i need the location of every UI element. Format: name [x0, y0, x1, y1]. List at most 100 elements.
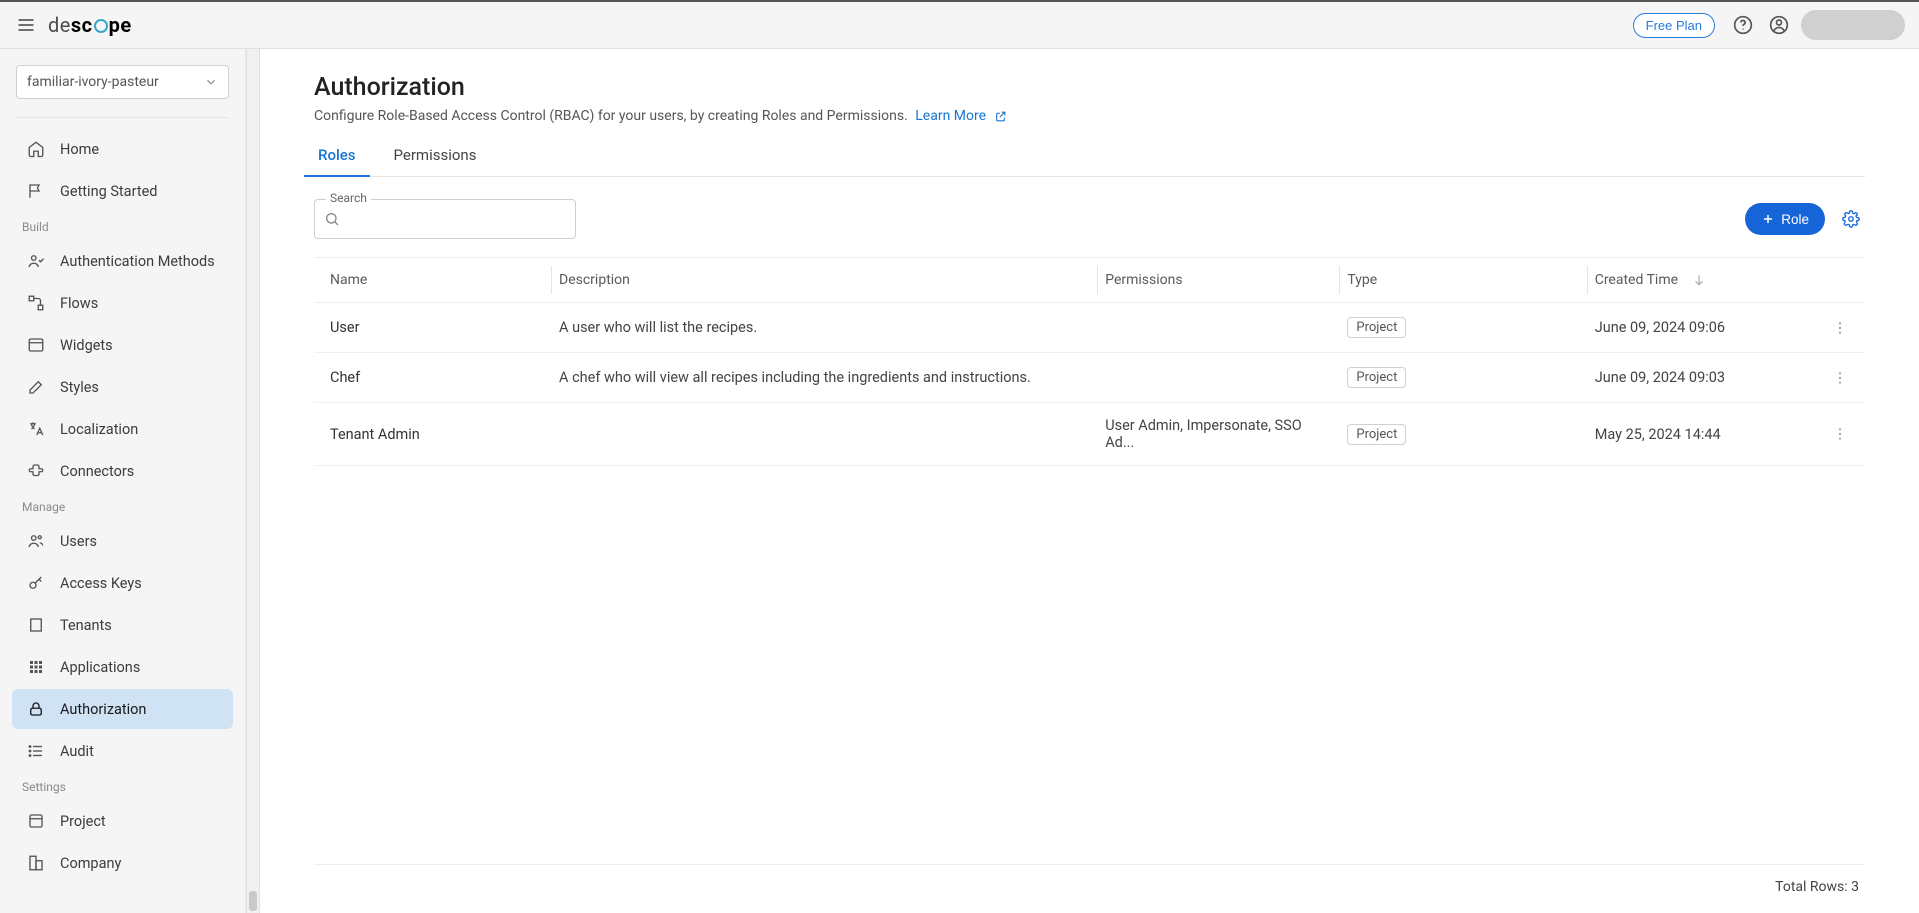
sidebar-item-label: Widgets — [60, 337, 113, 354]
external-link-icon — [994, 110, 1007, 123]
scroll-thumb-icon — [249, 891, 257, 911]
sidebar-section-build: Build — [8, 212, 237, 240]
cell-description — [551, 403, 1097, 466]
sidebar-item-label: Authorization — [60, 701, 146, 718]
list-icon — [27, 742, 45, 760]
sidebar-item-label: Home — [60, 141, 99, 158]
account-button[interactable] — [1765, 11, 1793, 39]
sidebar-item-audit[interactable]: Audit — [12, 731, 233, 771]
sidebar-item-flows[interactable]: Flows — [12, 283, 233, 323]
cell-permissions — [1097, 303, 1339, 353]
home-icon — [27, 140, 45, 158]
sidebar-item-tenants[interactable]: Tenants — [12, 605, 233, 645]
translate-icon — [27, 420, 45, 438]
sidebar-item-getting-started[interactable]: Getting Started — [12, 171, 233, 211]
dots-vertical-icon — [1832, 320, 1848, 336]
row-menu-button[interactable] — [1824, 353, 1865, 403]
tab-roles[interactable]: Roles — [314, 146, 360, 176]
cell-created: June 09, 2024 09:06 — [1587, 303, 1824, 353]
project-selector[interactable]: familiar-ivory-pasteur — [16, 65, 229, 99]
table-row[interactable]: User A user who will list the recipes. P… — [314, 303, 1865, 353]
table-row[interactable]: Tenant Admin User Admin, Impersonate, SS… — [314, 403, 1865, 466]
gear-icon — [1842, 210, 1860, 228]
add-role-button[interactable]: Role — [1745, 203, 1825, 235]
roles-table: Name Description Permissions Type Create… — [314, 257, 1865, 466]
sidebar-item-authorization[interactable]: Authorization — [12, 689, 233, 729]
sidebar-item-label: Localization — [60, 421, 138, 438]
row-menu-button[interactable] — [1824, 403, 1865, 466]
toolbar: Search Role — [314, 199, 1865, 239]
sidebar-item-company[interactable]: Company — [12, 843, 233, 883]
sidebar-item-styles[interactable]: Styles — [12, 367, 233, 407]
plus-icon — [1761, 212, 1775, 226]
sidebar-item-localization[interactable]: Localization — [12, 409, 233, 449]
cell-type: Project — [1339, 353, 1586, 403]
project-icon — [27, 812, 45, 830]
chevron-down-icon — [204, 75, 218, 89]
widgets-icon — [27, 336, 45, 354]
th-type[interactable]: Type — [1339, 258, 1586, 303]
search-input[interactable] — [314, 199, 576, 239]
sidebar-item-project[interactable]: Project — [12, 801, 233, 841]
cell-created: June 09, 2024 09:03 — [1587, 353, 1824, 403]
apps-icon — [27, 658, 45, 676]
flag-icon — [27, 182, 45, 200]
cell-description: A user who will list the recipes. — [551, 303, 1097, 353]
sidebar-item-users[interactable]: Users — [12, 521, 233, 561]
menu-toggle-button[interactable] — [14, 13, 38, 37]
row-menu-button[interactable] — [1824, 303, 1865, 353]
th-created[interactable]: Created Time — [1587, 258, 1824, 303]
search-label: Search — [326, 191, 371, 205]
dots-vertical-icon — [1832, 370, 1848, 386]
cell-name: User — [314, 303, 551, 353]
dots-vertical-icon — [1832, 426, 1848, 442]
cell-permissions — [1097, 353, 1339, 403]
page-subtitle: Configure Role-Based Access Control (RBA… — [314, 108, 1865, 124]
tabs: Roles Permissions — [314, 146, 1865, 177]
table-row[interactable]: Chef A chef who will view all recipes in… — [314, 353, 1865, 403]
sidebar-item-label: Company — [60, 855, 121, 872]
sidebar-item-label: Flows — [60, 295, 98, 312]
sidebar-item-connectors[interactable]: Connectors — [12, 451, 233, 491]
cell-type: Project — [1339, 303, 1586, 353]
project-selector-label: familiar-ivory-pasteur — [27, 74, 159, 90]
th-permissions[interactable]: Permissions — [1097, 258, 1339, 303]
help-button[interactable] — [1729, 11, 1757, 39]
cell-type: Project — [1339, 403, 1586, 466]
cell-name: Chef — [314, 353, 551, 403]
table-footer: Total Rows: 3 — [314, 864, 1865, 913]
sidebar-item-label: Applications — [60, 659, 140, 676]
users-icon — [27, 532, 45, 550]
sidebar-item-auth-methods[interactable]: Authentication Methods — [12, 241, 233, 281]
building-icon — [27, 616, 45, 634]
sidebar-item-label: Audit — [60, 743, 94, 760]
learn-more-link[interactable]: Learn More — [915, 108, 1006, 124]
sidebar-item-label: Authentication Methods — [60, 253, 215, 270]
table-settings-button[interactable] — [1837, 205, 1865, 233]
cell-created: May 25, 2024 14:44 — [1587, 403, 1824, 466]
total-rows-label: Total Rows: 3 — [1775, 879, 1859, 895]
logo-ring-icon — [94, 19, 108, 33]
sidebar-item-label: Project — [60, 813, 106, 830]
page-title: Authorization — [314, 73, 1865, 102]
user-pill[interactable] — [1801, 10, 1905, 40]
sidebar-item-label: Access Keys — [60, 575, 142, 592]
tab-permissions[interactable]: Permissions — [390, 146, 481, 176]
free-plan-button[interactable]: Free Plan — [1633, 13, 1715, 38]
sidebar-item-access-keys[interactable]: Access Keys — [12, 563, 233, 603]
sidebar-item-label: Styles — [60, 379, 99, 396]
sidebar-item-label: Users — [60, 533, 97, 550]
lock-icon — [27, 700, 45, 718]
sidebar-item-applications[interactable]: Applications — [12, 647, 233, 687]
sidebar: familiar-ivory-pasteur Home Getting Star… — [0, 49, 246, 913]
sidebar-item-label: Connectors — [60, 463, 134, 480]
th-name[interactable]: Name — [314, 258, 551, 303]
sidebar-item-home[interactable]: Home — [12, 129, 233, 169]
sidebar-item-widgets[interactable]: Widgets — [12, 325, 233, 365]
company-icon — [27, 854, 45, 872]
key-icon — [27, 574, 45, 592]
th-description[interactable]: Description — [551, 258, 1097, 303]
sidebar-scrollbar[interactable] — [246, 49, 260, 913]
cell-description: A chef who will view all recipes includi… — [551, 353, 1097, 403]
sidebar-section-settings: Settings — [8, 772, 237, 800]
